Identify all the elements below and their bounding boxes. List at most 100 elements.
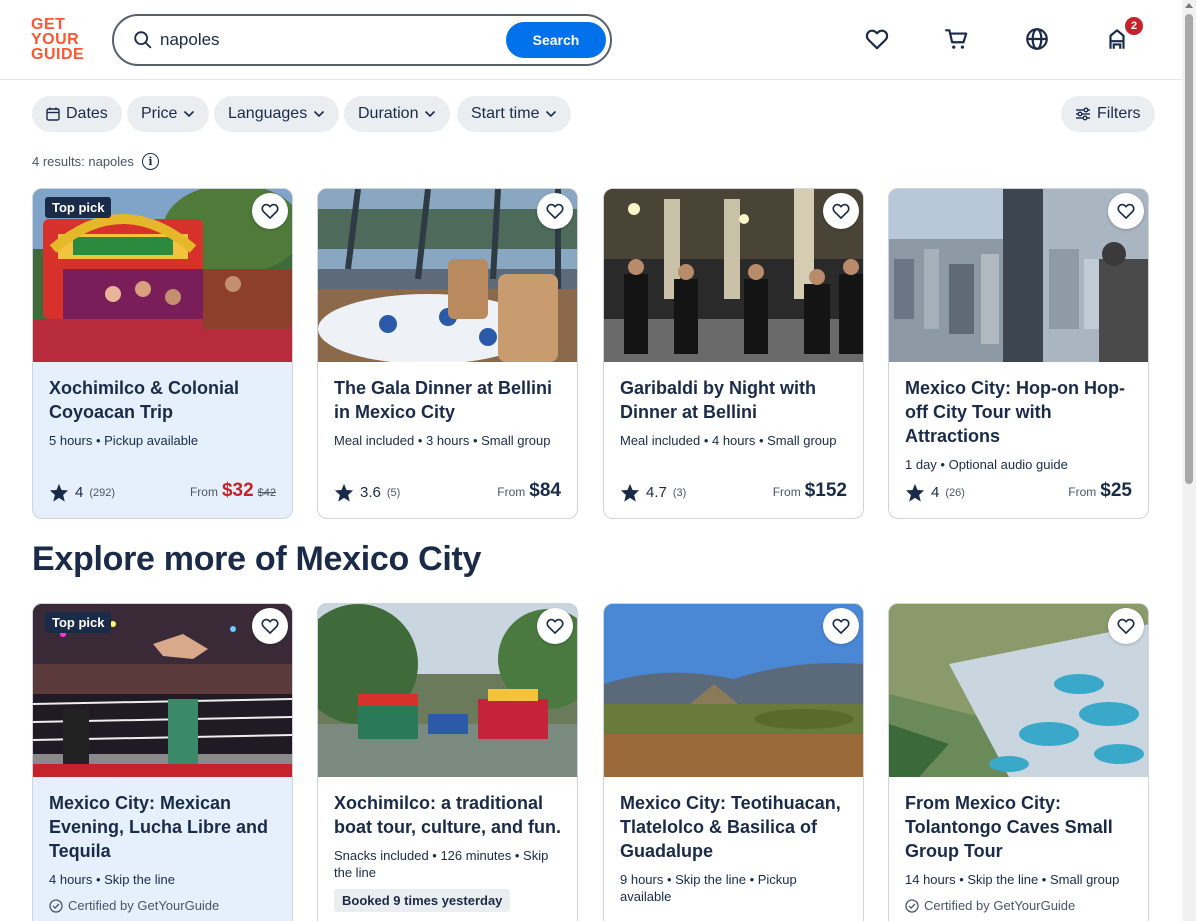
certified-text: Certified by GetYourGuide <box>68 898 220 913</box>
add-to-wishlist-button[interactable] <box>252 608 288 644</box>
filter-dates[interactable]: Dates <box>32 96 122 132</box>
chevron-down-icon <box>184 110 195 118</box>
star-icon <box>334 483 354 502</box>
search-bar: Search <box>112 14 612 66</box>
wishlist-heart-icon[interactable] <box>864 26 890 52</box>
activity-title[interactable]: Mexico City: Teotihuacan, Tlatelolco & B… <box>620 791 847 863</box>
certified-check-icon <box>905 898 919 913</box>
filter-languages[interactable]: Languages <box>214 96 340 132</box>
top-header: GET YOUR GUIDE Search 2 <box>0 0 1182 80</box>
search-button[interactable]: Search <box>506 22 606 58</box>
activity-meta: 1 day • Optional audio guide <box>905 457 1068 472</box>
price-from-label: From <box>772 485 801 499</box>
star-icon <box>49 483 69 502</box>
filter-dates-label: Dates <box>66 105 108 122</box>
top-pick-badge: Top pick <box>45 197 112 218</box>
activity-meta: 5 hours • Pickup available <box>49 433 199 448</box>
activity-price: From $32 $42 <box>190 480 276 502</box>
getyourguide-logo[interactable]: GET YOUR GUIDE <box>31 16 91 63</box>
filter-duration[interactable]: Duration <box>344 96 451 132</box>
review-count: (3) <box>672 486 687 499</box>
activity-card[interactable]: Top pick Mexico City: Mexican Evening, L… <box>32 603 293 921</box>
original-price: $42 <box>257 487 276 499</box>
scrollbar-thumb[interactable] <box>1185 14 1193 484</box>
rating-value: 4.7 <box>646 484 667 501</box>
activity-meta: Meal included • 3 hours • Small group <box>334 433 551 448</box>
results-count: 4 results: napoles <box>32 154 134 169</box>
review-count: (292) <box>89 486 116 499</box>
activity-rating: 4 (26) <box>905 483 965 502</box>
activity-card[interactable]: Top pick Xochimilco & Colonial Coyoacan … <box>32 188 293 519</box>
logo-line-3: GUIDE <box>31 46 85 63</box>
booked-badge: Booked 9 times yesterday <box>334 889 511 912</box>
heart-icon <box>832 203 850 220</box>
filter-languages-label: Languages <box>228 105 308 122</box>
filter-start-time-label: Start time <box>471 105 540 122</box>
activity-price: From $25 <box>1068 480 1132 502</box>
activity-image <box>604 189 863 362</box>
cart-icon[interactable] <box>944 26 970 52</box>
top-pick-badge: Top pick <box>45 612 112 633</box>
price-from-label: From <box>189 485 218 499</box>
chevron-down-icon <box>314 110 325 118</box>
heart-icon <box>1117 203 1135 220</box>
heart-icon <box>832 618 850 635</box>
activity-title[interactable]: The Gala Dinner at Bellini in Mexico Cit… <box>334 376 561 424</box>
activity-card[interactable]: The Gala Dinner at Bellini in Mexico Cit… <box>317 188 578 519</box>
add-to-wishlist-button[interactable] <box>823 608 859 644</box>
filters-button-label: Filters <box>1097 105 1141 122</box>
filter-start-time[interactable]: Start time <box>457 96 572 132</box>
sliders-icon <box>1076 107 1090 121</box>
filters-button[interactable]: Filters <box>1061 96 1155 132</box>
info-icon[interactable]: i <box>141 153 159 170</box>
scroll-up-arrow-icon[interactable] <box>1185 3 1193 8</box>
activity-price: From $84 <box>497 480 561 502</box>
heart-icon <box>261 203 279 220</box>
activity-card[interactable]: Xochimilco: a traditional boat tour, cul… <box>317 603 578 921</box>
activity-rating: 4.7 (3) <box>620 483 686 502</box>
certified-text: Certified by GetYourGuide <box>924 898 1076 913</box>
add-to-wishlist-button[interactable] <box>537 608 573 644</box>
review-count: (26) <box>945 486 965 499</box>
activity-image <box>604 604 863 777</box>
add-to-wishlist-button[interactable] <box>823 193 859 229</box>
star-icon <box>905 483 925 502</box>
activity-image: Top pick <box>33 604 292 777</box>
activity-title[interactable]: Xochimilco: a traditional boat tour, cul… <box>334 791 561 839</box>
activity-image: Top pick <box>33 189 292 362</box>
activity-card[interactable]: Mexico City: Teotihuacan, Tlatelolco & B… <box>603 603 864 921</box>
activity-image <box>889 604 1148 777</box>
activity-title[interactable]: Mexico City: Mexican Evening, Lucha Libr… <box>49 791 276 863</box>
section-title: Explore more of Mexico City <box>32 540 482 578</box>
logo-line-1: GET <box>31 16 66 33</box>
filter-duration-label: Duration <box>358 105 419 122</box>
activity-title[interactable]: Mexico City: Hop-on Hop-off City Tour wi… <box>905 376 1132 448</box>
certified-label: Certified by GetYourGuide <box>49 898 276 913</box>
heart-icon <box>546 203 564 220</box>
activity-title[interactable]: Garibaldi by Night with Dinner at Bellin… <box>620 376 847 424</box>
activity-price: From $152 <box>773 480 847 502</box>
add-to-wishlist-button[interactable] <box>537 193 573 229</box>
filter-price-label: Price <box>141 105 178 122</box>
activity-card[interactable]: Garibaldi by Night with Dinner at Bellin… <box>603 188 864 519</box>
certified-label: Certified by GetYourGuide <box>905 898 1132 913</box>
rating-value: 4 <box>931 484 940 501</box>
heart-icon <box>546 618 564 635</box>
add-to-wishlist-button[interactable] <box>1108 193 1144 229</box>
activity-card[interactable]: From Mexico City: Tolantongo Caves Small… <box>888 603 1149 921</box>
price-value: $84 <box>529 480 561 501</box>
filter-price[interactable]: Price <box>127 96 210 132</box>
activity-title[interactable]: Xochimilco & Colonial Coyoacan Trip <box>49 376 276 424</box>
results-summary: 4 results: napoles i <box>32 153 159 170</box>
certified-check-icon <box>49 898 63 913</box>
page-scrollbar[interactable] <box>1182 0 1196 921</box>
activity-card[interactable]: Mexico City: Hop-on Hop-off City Tour wi… <box>888 188 1149 519</box>
activity-title[interactable]: From Mexico City: Tolantongo Caves Small… <box>905 791 1132 863</box>
add-to-wishlist-button[interactable] <box>252 193 288 229</box>
price-value: $32 <box>221 480 254 501</box>
heart-icon <box>1117 618 1135 635</box>
globe-language-icon[interactable] <box>1024 26 1050 52</box>
add-to-wishlist-button[interactable] <box>1108 608 1144 644</box>
rating-value: 4 <box>75 484 84 501</box>
search-input[interactable] <box>160 26 500 54</box>
